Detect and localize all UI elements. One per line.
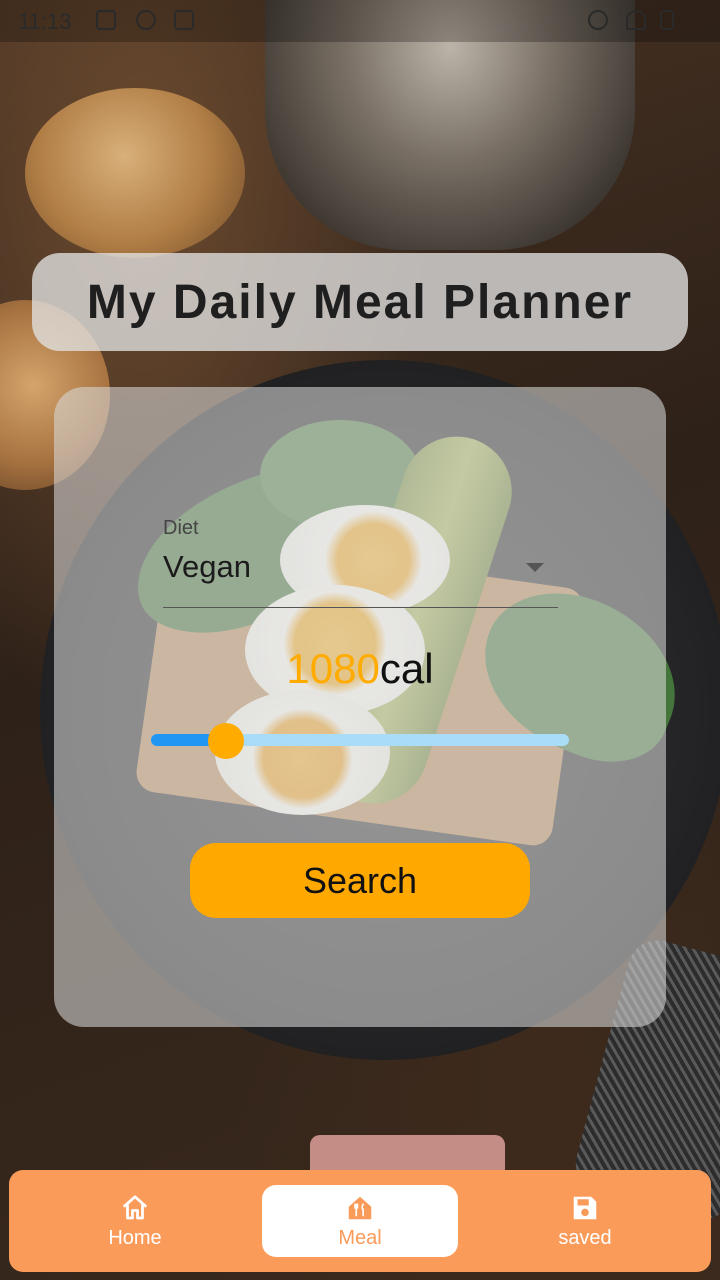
meal-form-card: Diet Vegan 1080cal Search (54, 387, 666, 1027)
title-card: My Daily Meal Planner (32, 253, 688, 351)
status-time: 11:13 (18, 9, 72, 34)
wifi-icon (626, 10, 646, 30)
nav-item-meal[interactable]: Meal (262, 1185, 458, 1257)
calories-slider[interactable] (151, 723, 569, 759)
nav-item-saved[interactable]: saved (487, 1185, 683, 1257)
diet-label: Diet (163, 517, 199, 539)
diet-dropdown[interactable]: Vegan (163, 545, 558, 608)
battery-icon (660, 10, 674, 30)
home-icon (122, 1194, 148, 1219)
restaurant-icon (348, 1196, 372, 1219)
notification-icon (96, 10, 116, 30)
calories-display: 1080cal (54, 645, 666, 693)
slider-thumb[interactable] (208, 723, 245, 759)
search-button[interactable]: Search (190, 843, 530, 918)
muffin-image (25, 88, 245, 258)
status-bar: 11:13 (0, 0, 720, 42)
settings-icon (136, 10, 156, 30)
calories-value: 1080 (286, 645, 380, 692)
nav-item-home[interactable]: Home (37, 1185, 233, 1257)
image-icon (174, 10, 194, 30)
calories-unit: cal (379, 645, 434, 692)
nav-label-saved: saved (558, 1226, 612, 1249)
nav-label-meal: Meal (338, 1226, 382, 1249)
dropdown-arrow-icon (526, 563, 544, 572)
page-title: My Daily Meal Planner (86, 275, 634, 329)
alarm-icon (588, 10, 608, 30)
bottom-navigation: Home Meal saved (9, 1170, 711, 1272)
diet-value: Vegan (163, 549, 251, 584)
save-icon (573, 1196, 597, 1219)
nav-label-home: Home (108, 1226, 162, 1249)
